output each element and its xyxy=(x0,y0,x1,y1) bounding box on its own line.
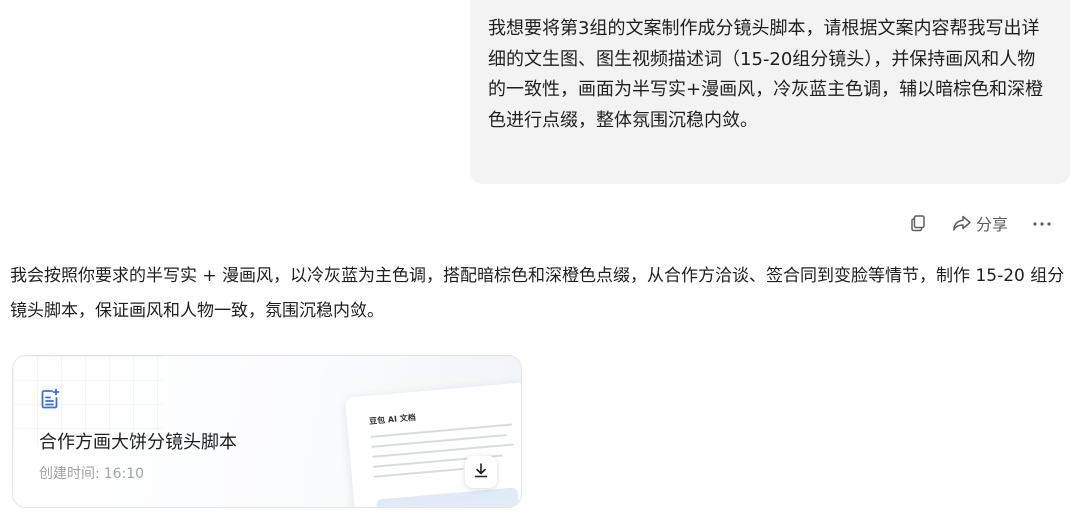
copy-button[interactable] xyxy=(910,214,928,232)
message-actions: 分享 xyxy=(910,209,1052,237)
copy-icon xyxy=(910,214,928,232)
document-title: 合作方画大饼分镜头脚本 xyxy=(39,432,237,453)
more-icon xyxy=(1032,214,1052,232)
preview-title: 豆包 AI 文档 xyxy=(368,412,417,426)
preview-text-line xyxy=(373,467,464,478)
more-button[interactable] xyxy=(1032,214,1052,232)
created-label: 创建时间: xyxy=(39,466,100,482)
preview-image-placeholder xyxy=(375,487,521,507)
share-icon xyxy=(952,214,972,232)
share-label: 分享 xyxy=(975,215,1008,234)
download-button[interactable] xyxy=(465,456,497,488)
document-preview-thumbnail: 豆包 AI 文档 xyxy=(345,382,521,507)
document-icon xyxy=(39,388,61,414)
chat-page: 我想要将第3组的文案制作成分镜头脚本，请根据文案内容帮我写出详细的文生图、图生视… xyxy=(0,0,1080,527)
assistant-reply-text: 我会按照你要求的半写实 + 漫画风，以冷灰蓝为主色调，搭配暗棕色和深橙色点缀，从… xyxy=(10,266,1065,321)
download-icon xyxy=(473,462,489,482)
created-value: 16:10 xyxy=(103,466,145,482)
user-message-bubble: 我想要将第3组的文案制作成分镜头脚本，请根据文案内容帮我写出详细的文生图、图生视… xyxy=(470,0,1070,184)
user-message-text: 我想要将第3组的文案制作成分镜头脚本，请根据文案内容帮我写出详细的文生图、图生视… xyxy=(488,18,1044,131)
document-card[interactable]: 合作方画大饼分镜头脚本 创建时间: 16:10 豆包 AI 文档 xyxy=(12,355,522,508)
document-created-time: 创建时间: 16:10 xyxy=(39,463,144,483)
share-button[interactable]: 分享 xyxy=(952,211,1008,235)
